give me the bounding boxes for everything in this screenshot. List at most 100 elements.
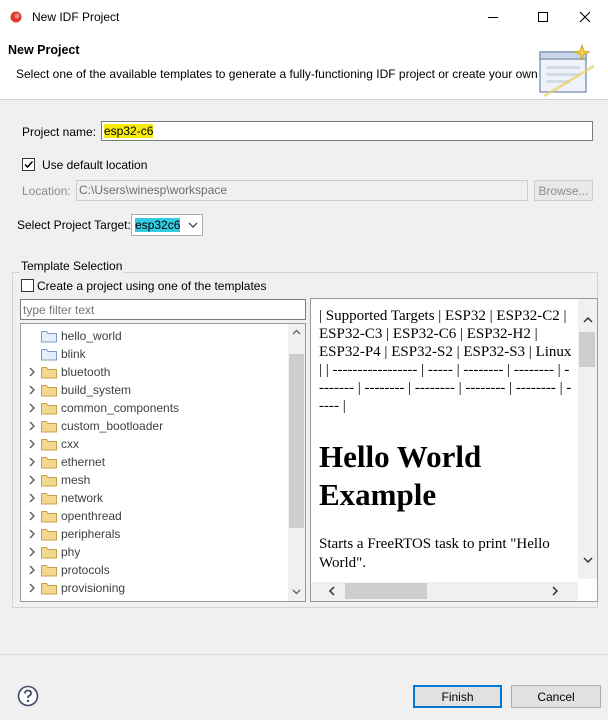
tree-item-label: hello_world [61,329,122,343]
chevron-right-icon[interactable] [28,384,36,396]
help-icon[interactable] [17,685,39,707]
tree-item-network[interactable]: network [21,489,289,507]
close-window-button[interactable] [562,0,608,34]
tree-item-openthread[interactable]: openthread [21,507,289,525]
tree-item-phy[interactable]: phy [21,543,289,561]
chevron-down-icon [188,222,198,228]
chevron-right-icon[interactable] [28,546,36,558]
chevron-right-icon[interactable] [28,402,36,414]
tree-item-label: common_components [61,401,180,415]
template-tree[interactable]: hello_worldblink bluetooth build_systemcom… [20,323,306,602]
folder-icon [41,565,57,577]
browse-button[interactable]: Browse... [534,180,593,201]
maximize-button[interactable] [520,0,566,34]
folder-icon [41,511,57,523]
template-tree-scrollbar[interactable] [288,324,305,601]
template-filter-input[interactable] [20,299,306,320]
chevron-right-icon[interactable] [28,528,36,540]
folder-icon [41,493,57,505]
project-target-value: esp32c6 [135,218,181,232]
readme-heading: Hello World Example [319,439,482,512]
close-icon [579,11,591,23]
minimize-button[interactable] [470,0,516,34]
banner-title: New Project [8,43,80,57]
tree-item-common-components[interactable]: common_components [21,399,289,417]
window-title: New IDF Project [32,10,120,24]
tree-item-label: phy [61,545,81,559]
scroll-up-icon[interactable] [292,329,301,335]
folder-icon [41,385,57,397]
folder-icon [41,403,57,415]
folder-icon [41,439,57,451]
tree-item-label: mesh [61,473,91,487]
tree-item-bluetooth[interactable]: bluetooth [21,363,289,381]
template-readme-preview: | Supported Targets | ESP32 | ESP32-C2 |… [310,298,598,602]
template-tree-scroll-thumb[interactable] [289,354,304,528]
folder-icon [41,583,57,595]
location-label: Location: [22,184,71,198]
tree-item-ethernet[interactable]: ethernet [21,453,289,471]
scroll-up-icon[interactable] [583,316,593,323]
preview-horizontal-scroll-thumb[interactable] [345,583,427,599]
finish-button-label: Finish [441,689,474,704]
browse-button-label: Browse... [538,183,589,198]
cancel-button[interactable]: Cancel [511,685,601,708]
scroll-right-icon[interactable] [552,586,559,596]
wizard-banner: New Project Select one of the available … [0,34,608,100]
project-name-input[interactable]: esp32-c6 [101,121,593,141]
create-from-template-checkbox[interactable] [21,279,34,292]
minimize-icon [488,17,498,18]
chevron-right-icon[interactable] [28,582,36,594]
checkmark-icon [24,160,34,169]
project-name-value: esp32-c6 [104,124,154,138]
tree-item-provisioning[interactable]: provisioning [21,579,289,597]
tree-item-peripherals[interactable]: peripherals [21,525,289,543]
preview-vertical-scroll-thumb[interactable] [579,332,595,367]
cancel-button-label: Cancel [537,689,575,704]
preview-horizontal-scrollbar[interactable] [311,582,578,601]
tree-item-label: bluetooth [61,365,111,379]
tree-item-build-system[interactable]: build_system [21,381,289,399]
maximize-icon [538,12,548,22]
tree-item-label: network [61,491,104,505]
chevron-right-icon[interactable] [28,510,36,522]
tree-item-label: cxx [61,437,79,451]
folder-icon [41,331,57,343]
chevron-right-icon[interactable] [28,366,36,378]
folder-icon [41,547,57,559]
folder-icon [41,421,57,433]
tree-item-label: blink [61,347,86,361]
use-default-location-label: Use default location [42,158,148,172]
tree-item-protocols[interactable]: protocols [21,561,289,579]
tree-item-label: provisioning [61,581,126,595]
create-from-template-label: Create a project using one of the templa… [37,279,267,293]
scroll-down-icon[interactable] [292,589,301,595]
tree-item-label: build_system [61,383,132,397]
project-target-select[interactable]: esp32c6 [131,214,203,236]
folder-icon [41,349,57,361]
chevron-right-icon[interactable] [28,474,36,486]
location-input[interactable]: C:\Users\winesp\workspace [76,180,528,201]
preview-vertical-scrollbar[interactable] [578,299,597,579]
use-default-location-checkbox[interactable] [22,158,35,171]
window-titlebar: New IDF Project [0,0,608,34]
banner-description: Select one of the available templates to… [16,67,538,81]
chevron-right-icon[interactable] [28,564,36,576]
tree-item-custom-bootloader[interactable]: custom_bootloader [21,417,289,435]
chevron-right-icon[interactable] [28,438,36,450]
chevron-right-icon[interactable] [28,492,36,504]
scroll-down-icon[interactable] [583,557,593,564]
tree-item-cxx[interactable]: cxx [21,435,289,453]
tree-item-label: protocols [61,563,110,577]
chevron-right-icon[interactable] [28,420,36,432]
folder-icon [41,367,57,379]
chevron-right-icon[interactable] [28,456,36,468]
tree-item-label: peripherals [61,527,121,541]
tree-item-blink[interactable]: blink [21,345,289,363]
finish-button[interactable]: Finish [413,685,502,708]
tree-item-mesh[interactable]: mesh [21,471,289,489]
tree-item-hello-world[interactable]: hello_world [21,327,289,345]
folder-icon [41,529,57,541]
scroll-left-icon[interactable] [328,586,335,596]
folder-icon [41,457,57,469]
